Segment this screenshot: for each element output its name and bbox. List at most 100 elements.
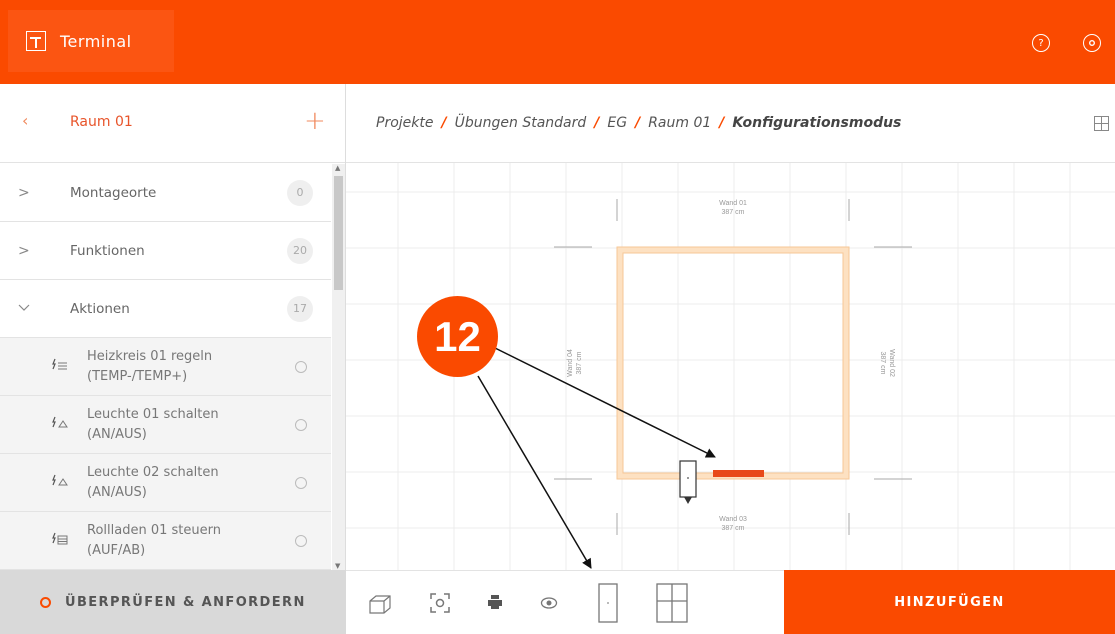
print-icon[interactable] — [486, 593, 504, 615]
lamp-icon — [52, 416, 68, 433]
help-icon[interactable]: ? — [1032, 34, 1050, 52]
layout-grid-icon[interactable] — [1094, 116, 1109, 131]
action-radio[interactable] — [295, 360, 307, 373]
action-label: Heizkreis 01 regeln (TEMP-/TEMP+) — [87, 347, 212, 387]
app-name: Terminal — [60, 31, 132, 51]
action-label-line1: Leuchte 02 schalten — [87, 464, 219, 480]
chevron-right-icon: > — [18, 242, 30, 259]
wall-length: 387 cm — [722, 209, 745, 216]
breadcrumb-item[interactable]: Raum 01 — [648, 115, 711, 131]
door-tool-glyph — [598, 583, 618, 623]
gear-icon[interactable] — [1083, 34, 1101, 52]
action-label-line1: Rollladen 01 steuern — [87, 522, 221, 538]
breadcrumb-item[interactable]: Übungen Standard — [455, 115, 587, 131]
app-logo[interactable]: Terminal — [8, 10, 174, 72]
group-label: Montageorte — [70, 184, 157, 201]
sidebar-scrollbar[interactable]: ▲ ▼ — [332, 164, 345, 570]
terminal-logo-icon — [26, 31, 46, 51]
door-direction-icon — [684, 497, 692, 504]
wall-label: Wand 03 — [719, 516, 747, 523]
sidebar-group-aktionen[interactable]: Aktionen 17 — [0, 280, 331, 338]
print-glyph — [488, 595, 502, 609]
wall-label: Wand 04 — [567, 349, 574, 377]
add-icon[interactable]: + — [304, 106, 326, 136]
heating-icon — [52, 358, 68, 375]
group-label: Aktionen — [70, 300, 130, 317]
room-walls[interactable] — [617, 247, 849, 479]
sidebar-group-funktionen[interactable]: > Funktionen 20 — [0, 222, 331, 280]
sidebar-list: > Montageorte 0 > Funktionen 20 Aktionen… — [0, 164, 331, 570]
shutter-icon — [52, 532, 68, 549]
focus-glyph — [430, 593, 450, 613]
window-tool-glyph — [656, 583, 688, 623]
sidebar-title: Raum 01 — [70, 114, 133, 130]
count-badge: 20 — [287, 237, 313, 264]
lamp-glyph — [52, 474, 68, 486]
scroll-up-icon[interactable]: ▲ — [335, 164, 340, 172]
scroll-down-icon[interactable]: ▼ — [335, 562, 340, 570]
heating-glyph — [52, 358, 67, 370]
action-label-line2: (AN/AUS) — [87, 426, 147, 442]
action-label: Leuchte 01 schalten (AN/AUS) — [87, 405, 219, 445]
review-request-button[interactable]: ÜBERPRÜFEN & ANFORDERN — [0, 570, 346, 634]
eye-glyph — [540, 597, 558, 609]
top-bar: Terminal ? — [0, 0, 1115, 84]
status-circle-icon — [40, 596, 51, 608]
breadcrumb-separator: / — [594, 115, 600, 131]
count-badge: 0 — [287, 179, 313, 206]
wall-label: Wand 02 — [888, 349, 895, 377]
action-label: Rollladen 01 steuern (AUF/AB) — [87, 521, 221, 561]
room-3d-glyph — [369, 595, 391, 614]
wall-length: 387 cm — [576, 351, 583, 374]
back-chevron-icon[interactable]: ‹ — [22, 111, 28, 130]
bottom-toolbar — [346, 570, 784, 634]
action-label-line2: (AUF/AB) — [87, 542, 146, 558]
breadcrumb: Projekte / Übungen Standard / EG / Raum … — [346, 84, 1115, 163]
breadcrumb-separator: / — [719, 115, 725, 131]
action-label-line1: Leuchte 01 schalten — [87, 406, 219, 422]
annotation-number-badge: 12 — [417, 296, 498, 377]
group-label: Funktionen — [70, 242, 145, 259]
action-radio[interactable] — [295, 418, 307, 431]
breadcrumb-item[interactable]: Projekte — [376, 115, 433, 131]
eye-icon[interactable] — [540, 595, 558, 614]
shutter-glyph — [52, 532, 68, 545]
action-item[interactable]: Leuchte 02 schalten (AN/AUS) — [0, 454, 331, 512]
room-3d-icon[interactable] — [368, 593, 392, 619]
action-item[interactable]: Leuchte 01 schalten (AN/AUS) — [0, 396, 331, 454]
sidebar-header: ‹ Raum 01 + — [0, 84, 345, 163]
lamp-icon — [52, 474, 68, 491]
breadcrumb-separator: / — [635, 115, 641, 131]
breadcrumb-separator: / — [441, 115, 447, 131]
room-inner-outline — [622, 252, 844, 474]
action-label-line2: (TEMP-/TEMP+) — [87, 368, 188, 384]
wall-label: Wand 01 — [719, 200, 747, 207]
room-outline — [616, 246, 850, 480]
action-item[interactable]: Rollladen 01 steuern (AUF/AB) — [0, 512, 331, 570]
action-radio[interactable] — [295, 476, 307, 489]
wall-length: 387 cm — [879, 352, 886, 375]
door-element[interactable] — [679, 460, 697, 498]
wall-length: 387 cm — [722, 525, 745, 532]
window-tool-icon[interactable] — [656, 583, 688, 627]
chevron-down-glyph — [18, 304, 30, 311]
lamp-glyph — [52, 416, 68, 428]
sidebar: ‹ Raum 01 + > Montageorte 0 > Funktionen… — [0, 84, 346, 570]
focus-icon[interactable] — [430, 593, 450, 617]
scrollbar-thumb[interactable] — [334, 176, 343, 290]
count-badge: 17 — [287, 295, 313, 322]
action-label: Leuchte 02 schalten (AN/AUS) — [87, 463, 219, 503]
action-label-line2: (AN/AUS) — [87, 484, 147, 500]
review-request-label: ÜBERPRÜFEN & ANFORDERN — [65, 594, 306, 610]
door-tool-icon[interactable] — [598, 583, 618, 627]
sidebar-group-montageorte[interactable]: > Montageorte 0 — [0, 164, 331, 222]
selected-wall-element[interactable] — [713, 470, 764, 477]
chevron-right-icon: > — [18, 184, 30, 201]
add-button[interactable]: HINZUFÜGEN — [784, 570, 1115, 634]
chevron-down-icon — [18, 302, 30, 315]
breadcrumb-current: Konfigurationsmodus — [732, 115, 902, 131]
action-item[interactable]: Heizkreis 01 regeln (TEMP-/TEMP+) — [0, 338, 331, 396]
action-radio[interactable] — [295, 534, 307, 547]
action-label-line1: Heizkreis 01 regeln — [87, 348, 213, 364]
breadcrumb-item[interactable]: EG — [607, 115, 627, 131]
